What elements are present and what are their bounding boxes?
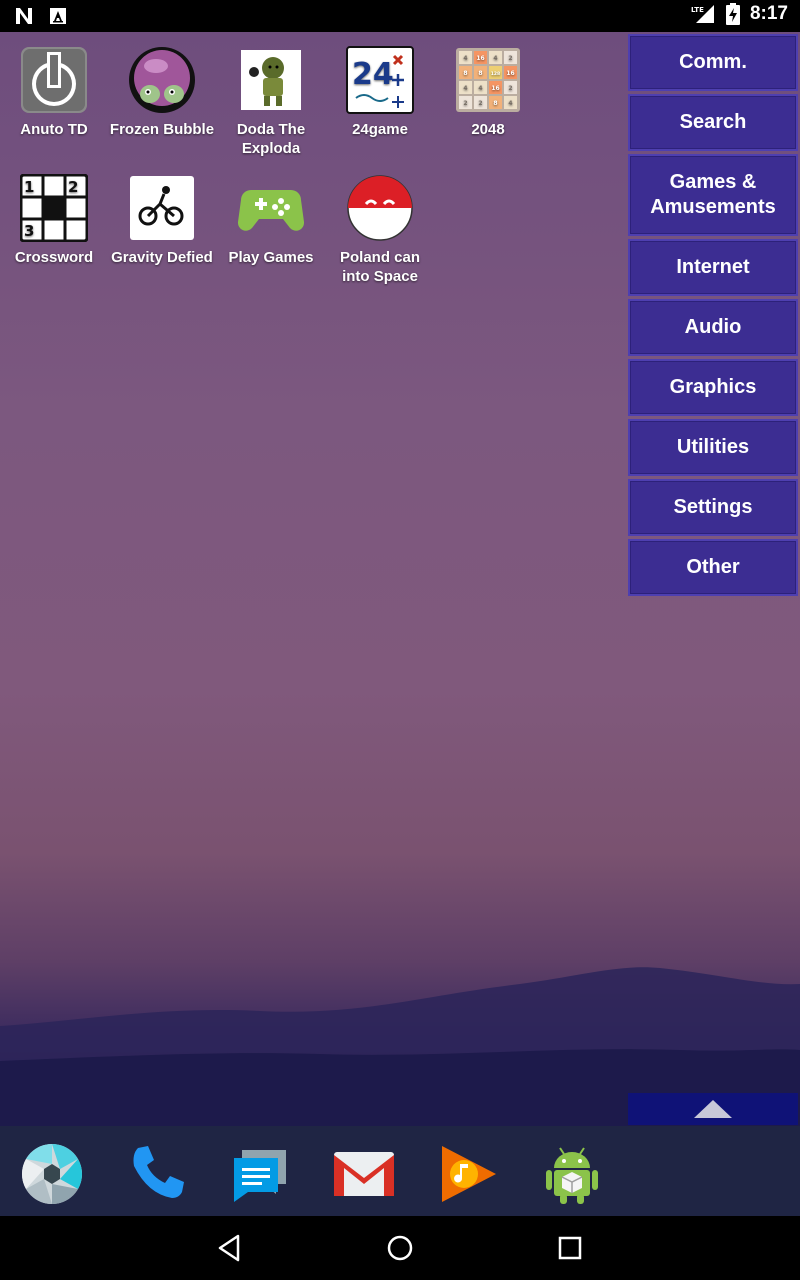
- tile-2048-value: 2: [478, 100, 482, 107]
- app-poland-can-into-space[interactable]: Poland can into Space: [326, 174, 434, 286]
- category-label: Settings: [673, 496, 753, 518]
- 24game-icon: 24: [346, 46, 414, 114]
- cw-number: 3: [24, 222, 34, 240]
- tile-2048-value: 8: [463, 70, 467, 77]
- app-label: Frozen Bubble: [109, 121, 215, 138]
- doda-icon: [241, 50, 301, 110]
- scroll-up-button[interactable]: [628, 1093, 798, 1125]
- category-graphics[interactable]: Graphics: [628, 359, 798, 416]
- tile-2048-value: 4: [463, 85, 467, 92]
- gmail-icon[interactable]: [332, 1142, 396, 1206]
- category-comm[interactable]: Comm.: [628, 34, 798, 91]
- back-icon[interactable]: [212, 1230, 248, 1266]
- category-settings[interactable]: Settings: [628, 479, 798, 536]
- lte-signal-icon: LTE: [691, 5, 714, 23]
- status-bar: LTE 8:17: [0, 0, 800, 32]
- cw-number: 1: [24, 178, 34, 196]
- crossword-icon: 1 2 3: [20, 174, 88, 242]
- app-gravity-defied[interactable]: Gravity Defied: [108, 174, 216, 267]
- 2048-icon: 4 16 4 2 8 8 128 16 4 4 16 2 2 2 8 4: [456, 48, 520, 112]
- tile-2048-value: 16: [506, 70, 514, 77]
- camera-icon[interactable]: [20, 1142, 84, 1206]
- cw-number: 2: [68, 178, 78, 196]
- app-frozen-bubble[interactable]: Frozen Bubble: [108, 46, 216, 139]
- app-label: Anuto TD: [20, 121, 88, 138]
- app-label: Crossword: [14, 249, 94, 266]
- app-label: Poland can into Space: [339, 249, 421, 285]
- anuto-td-icon: [21, 47, 87, 113]
- category-search[interactable]: Search: [628, 94, 798, 151]
- home-icon[interactable]: [382, 1230, 418, 1266]
- tile-2048-value: 16: [491, 85, 499, 92]
- category-label: Graphics: [669, 376, 757, 398]
- tile-2048-value: 8: [478, 70, 482, 77]
- gravity-defied-icon: [130, 176, 194, 240]
- a-notification-icon: [50, 8, 66, 24]
- tile-2048-value: 4: [478, 85, 482, 92]
- clock: 8:17: [749, 3, 788, 24]
- category-games-amusements[interactable]: Games & Amusements: [628, 154, 798, 236]
- app-label: Gravity Defied: [111, 249, 213, 266]
- app-play-games[interactable]: Play Games: [217, 174, 325, 267]
- tile-2048-value: 4: [508, 100, 512, 107]
- battery-charging-icon: [725, 3, 740, 25]
- android-icon[interactable]: [540, 1142, 604, 1206]
- app-label: 24game: [352, 121, 408, 138]
- category-label: Other: [686, 556, 740, 578]
- messages-icon[interactable]: [228, 1142, 292, 1206]
- category-label: Utilities: [676, 436, 750, 458]
- recents-icon[interactable]: [552, 1230, 588, 1266]
- tile-2048-value: 16: [476, 55, 484, 62]
- dock: [0, 1126, 800, 1216]
- tile-2048-value: 128: [491, 71, 500, 77]
- category-label: Audio: [684, 316, 742, 338]
- tile-2048-value: 2: [508, 85, 512, 92]
- tile-2048-value: 4: [463, 55, 467, 62]
- play-music-icon[interactable]: [436, 1142, 500, 1206]
- category-label: Comm.: [679, 51, 747, 73]
- tile-2048-value: 2: [463, 100, 467, 107]
- app-anuto-td[interactable]: Anuto TD: [0, 46, 108, 139]
- category-audio[interactable]: Audio: [628, 299, 798, 356]
- 24-label: 24: [352, 57, 394, 92]
- tile-2048-value: 8: [493, 100, 497, 107]
- lte-label: LTE: [691, 6, 704, 14]
- category-label: Search: [679, 111, 747, 133]
- app-label: Doda The Exploda: [236, 121, 306, 157]
- play-games-icon: [237, 190, 305, 231]
- poland-ball-icon: [347, 175, 413, 241]
- app-doda-the-exploda[interactable]: Doda The Exploda: [217, 46, 325, 158]
- app-24game[interactable]: 24 24game: [326, 46, 434, 139]
- category-label: Games & Amusements: [650, 171, 776, 218]
- category-other[interactable]: Other: [628, 539, 798, 596]
- n-notification-icon: [16, 8, 32, 24]
- tile-2048-value: 4: [493, 55, 497, 62]
- category-utilities[interactable]: Utilities: [628, 419, 798, 476]
- phone-icon[interactable]: [124, 1142, 188, 1206]
- triangle-up-icon: [694, 1100, 732, 1118]
- app-label: 2048: [471, 121, 505, 138]
- app-crossword[interactable]: 1 2 3 Crossword: [0, 174, 108, 267]
- category-internet[interactable]: Internet: [628, 239, 798, 296]
- category-label: Internet: [676, 256, 750, 278]
- frozen-bubble-icon: [129, 47, 195, 113]
- tile-2048-value: 2: [508, 55, 512, 62]
- app-2048[interactable]: 4 16 4 2 8 8 128 16 4 4 16 2 2 2 8 4 2048: [434, 46, 542, 139]
- navigation-bar: [0, 1216, 800, 1280]
- app-label: Play Games: [228, 249, 314, 266]
